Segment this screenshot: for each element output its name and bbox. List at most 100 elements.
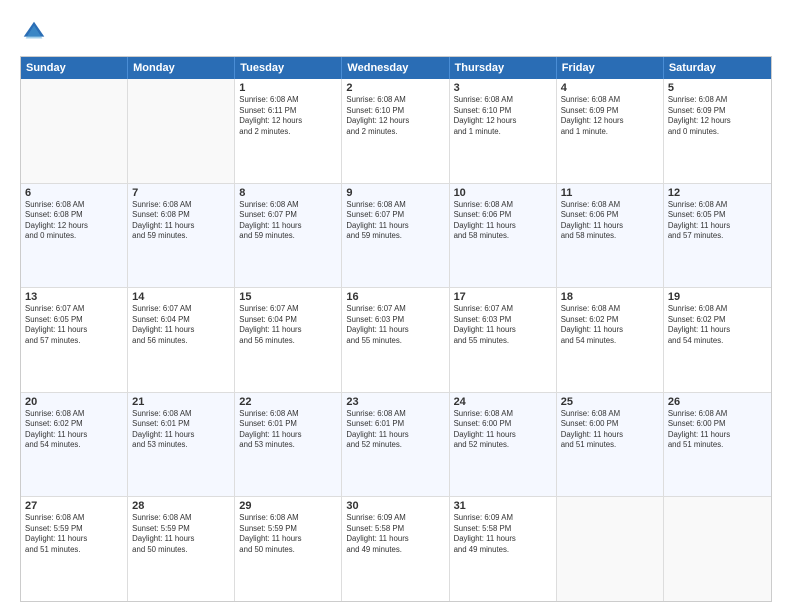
day-number: 26 bbox=[668, 396, 767, 408]
day-number: 5 bbox=[668, 82, 767, 94]
calendar-cell-2-2: 15Sunrise: 6:07 AMSunset: 6:04 PMDayligh… bbox=[235, 288, 342, 392]
calendar-cell-2-5: 18Sunrise: 6:08 AMSunset: 6:02 PMDayligh… bbox=[557, 288, 664, 392]
cell-info: Sunrise: 6:08 AMSunset: 6:00 PMDaylight:… bbox=[454, 409, 552, 451]
calendar-cell-1-2: 8Sunrise: 6:08 AMSunset: 6:07 PMDaylight… bbox=[235, 184, 342, 288]
day-number: 9 bbox=[346, 187, 444, 199]
cell-info: Sunrise: 6:09 AMSunset: 5:58 PMDaylight:… bbox=[346, 513, 444, 555]
calendar-header: SundayMondayTuesdayWednesdayThursdayFrid… bbox=[21, 57, 771, 79]
logo-icon bbox=[20, 18, 48, 46]
cell-info: Sunrise: 6:08 AMSunset: 5:59 PMDaylight:… bbox=[25, 513, 123, 555]
day-number: 16 bbox=[346, 291, 444, 303]
calendar-cell-0-6: 5Sunrise: 6:08 AMSunset: 6:09 PMDaylight… bbox=[664, 79, 771, 183]
day-number: 2 bbox=[346, 82, 444, 94]
calendar-cell-4-0: 27Sunrise: 6:08 AMSunset: 5:59 PMDayligh… bbox=[21, 497, 128, 601]
weekday-header-saturday: Saturday bbox=[664, 57, 771, 79]
cell-info: Sunrise: 6:08 AMSunset: 6:01 PMDaylight:… bbox=[132, 409, 230, 451]
cell-info: Sunrise: 6:08 AMSunset: 6:06 PMDaylight:… bbox=[454, 200, 552, 242]
day-number: 28 bbox=[132, 500, 230, 512]
cell-info: Sunrise: 6:08 AMSunset: 6:01 PMDaylight:… bbox=[239, 409, 337, 451]
calendar-cell-1-1: 7Sunrise: 6:08 AMSunset: 6:08 PMDaylight… bbox=[128, 184, 235, 288]
calendar-cell-0-5: 4Sunrise: 6:08 AMSunset: 6:09 PMDaylight… bbox=[557, 79, 664, 183]
cell-info: Sunrise: 6:07 AMSunset: 6:04 PMDaylight:… bbox=[132, 304, 230, 346]
calendar-cell-2-6: 19Sunrise: 6:08 AMSunset: 6:02 PMDayligh… bbox=[664, 288, 771, 392]
calendar-cell-1-3: 9Sunrise: 6:08 AMSunset: 6:07 PMDaylight… bbox=[342, 184, 449, 288]
calendar-row-0: 1Sunrise: 6:08 AMSunset: 6:11 PMDaylight… bbox=[21, 79, 771, 184]
cell-info: Sunrise: 6:08 AMSunset: 6:09 PMDaylight:… bbox=[561, 95, 659, 137]
page: SundayMondayTuesdayWednesdayThursdayFrid… bbox=[0, 0, 792, 612]
day-number: 11 bbox=[561, 187, 659, 199]
calendar-cell-0-4: 3Sunrise: 6:08 AMSunset: 6:10 PMDaylight… bbox=[450, 79, 557, 183]
calendar-cell-4-2: 29Sunrise: 6:08 AMSunset: 5:59 PMDayligh… bbox=[235, 497, 342, 601]
calendar-cell-4-5 bbox=[557, 497, 664, 601]
cell-info: Sunrise: 6:07 AMSunset: 6:04 PMDaylight:… bbox=[239, 304, 337, 346]
cell-info: Sunrise: 6:08 AMSunset: 6:07 PMDaylight:… bbox=[346, 200, 444, 242]
calendar-cell-1-4: 10Sunrise: 6:08 AMSunset: 6:06 PMDayligh… bbox=[450, 184, 557, 288]
day-number: 20 bbox=[25, 396, 123, 408]
cell-info: Sunrise: 6:07 AMSunset: 6:03 PMDaylight:… bbox=[454, 304, 552, 346]
calendar-cell-1-5: 11Sunrise: 6:08 AMSunset: 6:06 PMDayligh… bbox=[557, 184, 664, 288]
weekday-header-tuesday: Tuesday bbox=[235, 57, 342, 79]
day-number: 10 bbox=[454, 187, 552, 199]
cell-info: Sunrise: 6:08 AMSunset: 6:10 PMDaylight:… bbox=[346, 95, 444, 137]
calendar-cell-4-1: 28Sunrise: 6:08 AMSunset: 5:59 PMDayligh… bbox=[128, 497, 235, 601]
cell-info: Sunrise: 6:08 AMSunset: 6:00 PMDaylight:… bbox=[561, 409, 659, 451]
cell-info: Sunrise: 6:08 AMSunset: 6:01 PMDaylight:… bbox=[346, 409, 444, 451]
cell-info: Sunrise: 6:07 AMSunset: 6:03 PMDaylight:… bbox=[346, 304, 444, 346]
weekday-header-sunday: Sunday bbox=[21, 57, 128, 79]
day-number: 25 bbox=[561, 396, 659, 408]
weekday-header-thursday: Thursday bbox=[450, 57, 557, 79]
day-number: 1 bbox=[239, 82, 337, 94]
day-number: 6 bbox=[25, 187, 123, 199]
calendar-cell-0-0 bbox=[21, 79, 128, 183]
cell-info: Sunrise: 6:08 AMSunset: 6:11 PMDaylight:… bbox=[239, 95, 337, 137]
calendar-cell-4-3: 30Sunrise: 6:09 AMSunset: 5:58 PMDayligh… bbox=[342, 497, 449, 601]
calendar-cell-1-0: 6Sunrise: 6:08 AMSunset: 6:08 PMDaylight… bbox=[21, 184, 128, 288]
calendar-cell-3-6: 26Sunrise: 6:08 AMSunset: 6:00 PMDayligh… bbox=[664, 393, 771, 497]
cell-info: Sunrise: 6:08 AMSunset: 5:59 PMDaylight:… bbox=[239, 513, 337, 555]
day-number: 7 bbox=[132, 187, 230, 199]
cell-info: Sunrise: 6:08 AMSunset: 6:05 PMDaylight:… bbox=[668, 200, 767, 242]
day-number: 15 bbox=[239, 291, 337, 303]
day-number: 4 bbox=[561, 82, 659, 94]
calendar-row-4: 27Sunrise: 6:08 AMSunset: 5:59 PMDayligh… bbox=[21, 497, 771, 601]
calendar-row-3: 20Sunrise: 6:08 AMSunset: 6:02 PMDayligh… bbox=[21, 393, 771, 498]
calendar-cell-4-4: 31Sunrise: 6:09 AMSunset: 5:58 PMDayligh… bbox=[450, 497, 557, 601]
day-number: 19 bbox=[668, 291, 767, 303]
logo bbox=[20, 18, 52, 46]
day-number: 30 bbox=[346, 500, 444, 512]
cell-info: Sunrise: 6:08 AMSunset: 6:07 PMDaylight:… bbox=[239, 200, 337, 242]
calendar-cell-3-4: 24Sunrise: 6:08 AMSunset: 6:00 PMDayligh… bbox=[450, 393, 557, 497]
day-number: 13 bbox=[25, 291, 123, 303]
header bbox=[20, 18, 772, 46]
day-number: 24 bbox=[454, 396, 552, 408]
cell-info: Sunrise: 6:08 AMSunset: 6:02 PMDaylight:… bbox=[561, 304, 659, 346]
cell-info: Sunrise: 6:08 AMSunset: 5:59 PMDaylight:… bbox=[132, 513, 230, 555]
cell-info: Sunrise: 6:08 AMSunset: 6:10 PMDaylight:… bbox=[454, 95, 552, 137]
calendar-cell-2-1: 14Sunrise: 6:07 AMSunset: 6:04 PMDayligh… bbox=[128, 288, 235, 392]
cell-info: Sunrise: 6:08 AMSunset: 6:09 PMDaylight:… bbox=[668, 95, 767, 137]
cell-info: Sunrise: 6:08 AMSunset: 6:06 PMDaylight:… bbox=[561, 200, 659, 242]
cell-info: Sunrise: 6:08 AMSunset: 6:00 PMDaylight:… bbox=[668, 409, 767, 451]
calendar-cell-3-2: 22Sunrise: 6:08 AMSunset: 6:01 PMDayligh… bbox=[235, 393, 342, 497]
calendar-row-1: 6 Sunrise: 6:08 AMSunset: 6:08 PMDaylight… bbox=[21, 184, 771, 289]
day-number: 23 bbox=[346, 396, 444, 408]
day-number: 17 bbox=[454, 291, 552, 303]
calendar-cell-0-1 bbox=[128, 79, 235, 183]
day-number: 14 bbox=[132, 291, 230, 303]
calendar-cell-2-4: 17Sunrise: 6:07 AMSunset: 6:03 PMDayligh… bbox=[450, 288, 557, 392]
day-number: 21 bbox=[132, 396, 230, 408]
weekday-header-wednesday: Wednesday bbox=[342, 57, 449, 79]
cell-info: Sunrise: 6:08 AMSunset: 6:08 PMDaylight:… bbox=[132, 200, 230, 242]
calendar-cell-2-0: 13Sunrise: 6:07 AMSunset: 6:05 PMDayligh… bbox=[21, 288, 128, 392]
day-number: 31 bbox=[454, 500, 552, 512]
cell-info: Sunrise: 6:08 AMSunset: 6:02 PMDaylight:… bbox=[668, 304, 767, 346]
cell-info: Sunrise: 6:07 AMSunset: 6:05 PMDaylight:… bbox=[25, 304, 123, 346]
cell-info: Sunrise: 6:09 AMSunset: 5:58 PMDaylight:… bbox=[454, 513, 552, 555]
cell-info: Sunrise: 6:08 AMSunset: 6:02 PMDaylight:… bbox=[25, 409, 123, 451]
calendar-row-2: 13Sunrise: 6:07 AMSunset: 6:05 PMDayligh… bbox=[21, 288, 771, 393]
calendar-body: 1Sunrise: 6:08 AMSunset: 6:11 PMDaylight… bbox=[21, 79, 771, 601]
calendar-cell-3-3: 23Sunrise: 6:08 AMSunset: 6:01 PMDayligh… bbox=[342, 393, 449, 497]
calendar-cell-0-3: 2Sunrise: 6:08 AMSunset: 6:10 PMDaylight… bbox=[342, 79, 449, 183]
day-number: 3 bbox=[454, 82, 552, 94]
day-number: 8 bbox=[239, 187, 337, 199]
